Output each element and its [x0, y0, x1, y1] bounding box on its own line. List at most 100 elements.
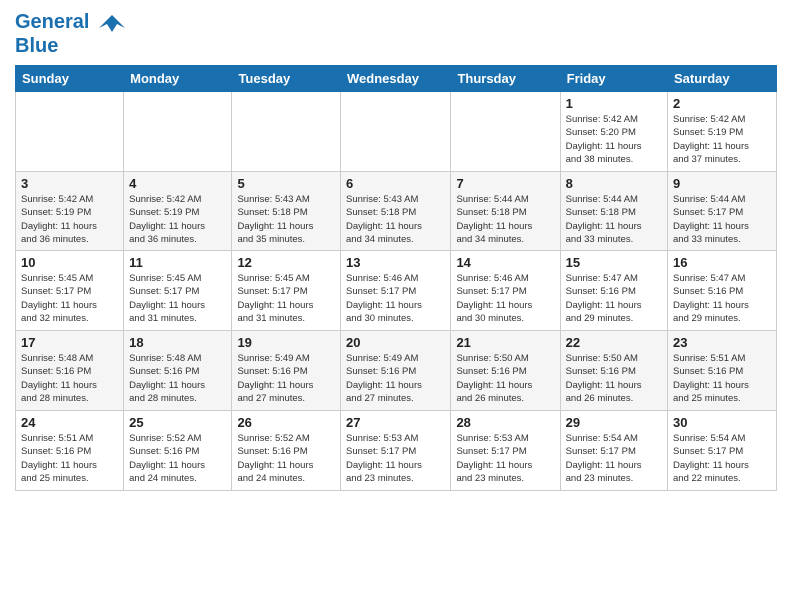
day-info: Sunrise: 5:45 AM Sunset: 5:17 PM Dayligh… — [237, 272, 335, 325]
calendar-cell — [16, 92, 124, 172]
calendar-cell — [451, 92, 560, 172]
day-info: Sunrise: 5:49 AM Sunset: 5:16 PM Dayligh… — [237, 352, 335, 405]
calendar-week-row: 24Sunrise: 5:51 AM Sunset: 5:16 PM Dayli… — [16, 411, 777, 491]
calendar-cell: 16Sunrise: 5:47 AM Sunset: 5:16 PM Dayli… — [668, 251, 777, 331]
logo-line2: Blue — [15, 35, 127, 57]
logo-text-block: General Blue — [15, 10, 127, 57]
calendar-week-row: 1 Sunrise: 5:42 AM Sunset: 5:20 PM Daylig… — [16, 92, 777, 172]
day-number: 23 — [673, 335, 771, 350]
calendar-week-row: 10 Sunrise: 5:45 AM Sunset: 5:17 PM Dayli… — [16, 251, 777, 331]
calendar-cell: 15 Sunrise: 5:47 AM Sunset: 5:16 PM Dayli… — [560, 251, 667, 331]
weekday-header: Monday — [124, 66, 232, 92]
calendar-cell — [124, 92, 232, 172]
day-number: 1 — [566, 96, 662, 111]
day-number: 18 — [129, 335, 226, 350]
calendar-cell: 22Sunrise: 5:50 AM Sunset: 5:16 PM Dayli… — [560, 331, 667, 411]
day-number: 8 — [566, 176, 662, 191]
day-info: Sunrise: 5:43 AM Sunset: 5:18 PM Dayligh… — [346, 193, 445, 246]
header: General Blue — [15, 10, 777, 57]
calendar-cell: 5Sunrise: 5:43 AM Sunset: 5:18 PM Daylig… — [232, 172, 341, 251]
day-number: 14 — [456, 255, 554, 270]
day-info: Sunrise: 5:50 AM Sunset: 5:16 PM Dayligh… — [456, 352, 554, 405]
day-number: 19 — [237, 335, 335, 350]
day-info: Sunrise: 5:42 AM Sunset: 5:19 PM Dayligh… — [21, 193, 118, 246]
weekday-header: Saturday — [668, 66, 777, 92]
day-number: 21 — [456, 335, 554, 350]
page-container: General Blue SundayMondayTuesdayWednesda… — [0, 0, 792, 501]
day-number: 17 — [21, 335, 118, 350]
day-number: 30 — [673, 415, 771, 430]
calendar-week-row: 3 Sunrise: 5:42 AM Sunset: 5:19 PM Daylig… — [16, 172, 777, 251]
day-info: Sunrise: 5:46 AM Sunset: 5:17 PM Dayligh… — [456, 272, 554, 325]
logo-line1: General — [15, 10, 127, 35]
day-info: Sunrise: 5:47 AM Sunset: 5:16 PM Dayligh… — [566, 272, 662, 325]
day-info: Sunrise: 5:52 AM Sunset: 5:16 PM Dayligh… — [129, 432, 226, 485]
calendar-cell — [341, 92, 451, 172]
day-number: 27 — [346, 415, 445, 430]
day-info: Sunrise: 5:46 AM Sunset: 5:17 PM Dayligh… — [346, 272, 445, 325]
calendar-header-row: SundayMondayTuesdayWednesdayThursdayFrid… — [16, 66, 777, 92]
calendar-cell: 18Sunrise: 5:48 AM Sunset: 5:16 PM Dayli… — [124, 331, 232, 411]
calendar-week-row: 17 Sunrise: 5:48 AM Sunset: 5:16 PM Dayli… — [16, 331, 777, 411]
day-info: Sunrise: 5:45 AM Sunset: 5:17 PM Dayligh… — [21, 272, 118, 325]
calendar-cell: 6 Sunrise: 5:43 AM Sunset: 5:18 PM Daylig… — [341, 172, 451, 251]
day-number: 7 — [456, 176, 554, 191]
day-number: 9 — [673, 176, 771, 191]
day-number: 2 — [673, 96, 771, 111]
calendar-cell: 1 Sunrise: 5:42 AM Sunset: 5:20 PM Daylig… — [560, 92, 667, 172]
calendar-cell: 19 Sunrise: 5:49 AM Sunset: 5:16 PM Dayli… — [232, 331, 341, 411]
calendar-cell: 20 Sunrise: 5:49 AM Sunset: 5:16 PM Dayli… — [341, 331, 451, 411]
day-info: Sunrise: 5:53 AM Sunset: 5:17 PM Dayligh… — [346, 432, 445, 485]
weekday-header: Wednesday — [341, 66, 451, 92]
calendar-cell: 21 Sunrise: 5:50 AM Sunset: 5:16 PM Dayli… — [451, 331, 560, 411]
calendar-cell: 23Sunrise: 5:51 AM Sunset: 5:16 PM Dayli… — [668, 331, 777, 411]
weekday-header: Friday — [560, 66, 667, 92]
day-number: 29 — [566, 415, 662, 430]
weekday-header: Thursday — [451, 66, 560, 92]
day-info: Sunrise: 5:52 AM Sunset: 5:16 PM Dayligh… — [237, 432, 335, 485]
day-info: Sunrise: 5:44 AM Sunset: 5:18 PM Dayligh… — [456, 193, 554, 246]
day-number: 28 — [456, 415, 554, 430]
day-number: 20 — [346, 335, 445, 350]
day-number: 16 — [673, 255, 771, 270]
day-number: 10 — [21, 255, 118, 270]
day-info: Sunrise: 5:54 AM Sunset: 5:17 PM Dayligh… — [566, 432, 662, 485]
day-info: Sunrise: 5:50 AM Sunset: 5:16 PM Dayligh… — [566, 352, 662, 405]
day-info: Sunrise: 5:48 AM Sunset: 5:16 PM Dayligh… — [21, 352, 118, 405]
calendar-cell: 7 Sunrise: 5:44 AM Sunset: 5:18 PM Daylig… — [451, 172, 560, 251]
day-number: 3 — [21, 176, 118, 191]
day-info: Sunrise: 5:43 AM Sunset: 5:18 PM Dayligh… — [237, 193, 335, 246]
day-number: 12 — [237, 255, 335, 270]
logo-bird-icon — [97, 10, 127, 35]
calendar-cell: 26 Sunrise: 5:52 AM Sunset: 5:16 PM Dayli… — [232, 411, 341, 491]
weekday-header: Tuesday — [232, 66, 341, 92]
calendar-cell: 17 Sunrise: 5:48 AM Sunset: 5:16 PM Dayli… — [16, 331, 124, 411]
calendar-cell: 29 Sunrise: 5:54 AM Sunset: 5:17 PM Dayli… — [560, 411, 667, 491]
weekday-header: Sunday — [16, 66, 124, 92]
calendar-cell — [232, 92, 341, 172]
calendar-cell: 12 Sunrise: 5:45 AM Sunset: 5:17 PM Dayli… — [232, 251, 341, 331]
day-info: Sunrise: 5:44 AM Sunset: 5:17 PM Dayligh… — [673, 193, 771, 246]
day-info: Sunrise: 5:42 AM Sunset: 5:20 PM Dayligh… — [566, 113, 662, 166]
calendar-cell: 24Sunrise: 5:51 AM Sunset: 5:16 PM Dayli… — [16, 411, 124, 491]
day-info: Sunrise: 5:54 AM Sunset: 5:17 PM Dayligh… — [673, 432, 771, 485]
day-info: Sunrise: 5:42 AM Sunset: 5:19 PM Dayligh… — [129, 193, 226, 246]
day-number: 11 — [129, 255, 226, 270]
calendar-cell: 28Sunrise: 5:53 AM Sunset: 5:17 PM Dayli… — [451, 411, 560, 491]
day-number: 6 — [346, 176, 445, 191]
day-info: Sunrise: 5:45 AM Sunset: 5:17 PM Dayligh… — [129, 272, 226, 325]
calendar-cell: 11 Sunrise: 5:45 AM Sunset: 5:17 PM Dayli… — [124, 251, 232, 331]
day-number: 26 — [237, 415, 335, 430]
day-info: Sunrise: 5:51 AM Sunset: 5:16 PM Dayligh… — [21, 432, 118, 485]
day-number: 25 — [129, 415, 226, 430]
day-number: 15 — [566, 255, 662, 270]
calendar-cell: 9 Sunrise: 5:44 AM Sunset: 5:17 PM Daylig… — [668, 172, 777, 251]
calendar-cell: 4Sunrise: 5:42 AM Sunset: 5:19 PM Daylig… — [124, 172, 232, 251]
day-info: Sunrise: 5:42 AM Sunset: 5:19 PM Dayligh… — [673, 113, 771, 166]
day-number: 13 — [346, 255, 445, 270]
day-info: Sunrise: 5:44 AM Sunset: 5:18 PM Dayligh… — [566, 193, 662, 246]
day-info: Sunrise: 5:49 AM Sunset: 5:16 PM Dayligh… — [346, 352, 445, 405]
calendar-table: SundayMondayTuesdayWednesdayThursdayFrid… — [15, 65, 777, 491]
calendar-cell: 25 Sunrise: 5:52 AM Sunset: 5:16 PM Dayli… — [124, 411, 232, 491]
calendar-cell: 13 Sunrise: 5:46 AM Sunset: 5:17 PM Dayli… — [341, 251, 451, 331]
